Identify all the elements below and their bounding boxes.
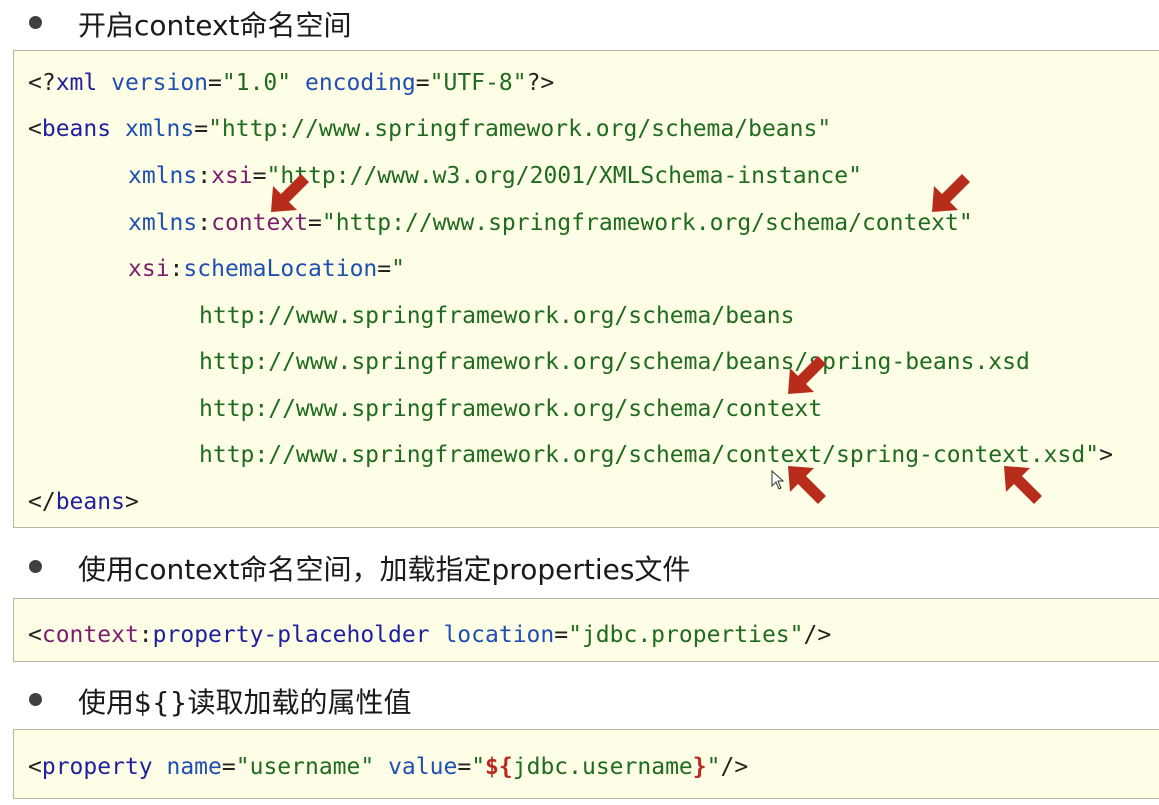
code-line-xmlns-xsi: xmlns:xsi="http://www.w3.org/2001/XMLSch… (128, 163, 862, 189)
mouse-cursor-icon (771, 470, 785, 490)
code-block-beans-namespace: <?xml version="1.0" encoding="UTF-8"?> <… (13, 50, 1159, 528)
bullet-dot-icon (29, 16, 42, 29)
code-block-property-value: <property name="username" value="${jdbc.… (13, 729, 1159, 799)
bullet-dot-icon (29, 693, 42, 706)
code-line-schema-context-xsd: http://www.springframework.org/schema/co… (199, 442, 1113, 468)
code-line-beans-open: <beans xmlns="http://www.springframework… (28, 116, 832, 142)
code-line-schema-beans-xsd: http://www.springframework.org/schema/be… (199, 349, 1030, 375)
code-block-property-placeholder: <context:property-placeholder location="… (13, 598, 1159, 662)
bullet-text: 开启context命名空间 (78, 9, 352, 42)
code-line-beans-close: </beans> (28, 489, 139, 515)
code-line-property-username: <property name="username" value="${jdbc.… (28, 754, 749, 780)
code-line-schema-location: xsi:schemaLocation=" (128, 256, 405, 282)
code-line-property-placeholder: <context:property-placeholder location="… (28, 622, 832, 648)
code-line-schema-beans: http://www.springframework.org/schema/be… (199, 303, 795, 329)
red-arrow-icon (932, 174, 970, 212)
code-line-xml-decl: <?xml version="1.0" encoding="UTF-8"?> (28, 70, 555, 96)
red-arrow-icon (271, 174, 309, 212)
code-line-schema-context: http://www.springframework.org/schema/co… (199, 396, 823, 422)
red-arrow-icon (1004, 466, 1042, 504)
bullet-text: 使用${}读取加载的属性值 (78, 686, 412, 719)
bullet-text: 使用context命名空间，加载指定properties文件 (78, 553, 691, 586)
red-arrow-icon (788, 356, 826, 394)
code-line-xmlns-context: xmlns:context="http://www.springframewor… (128, 210, 973, 236)
red-arrow-icon (788, 466, 826, 504)
bullet-dot-icon (29, 560, 42, 573)
